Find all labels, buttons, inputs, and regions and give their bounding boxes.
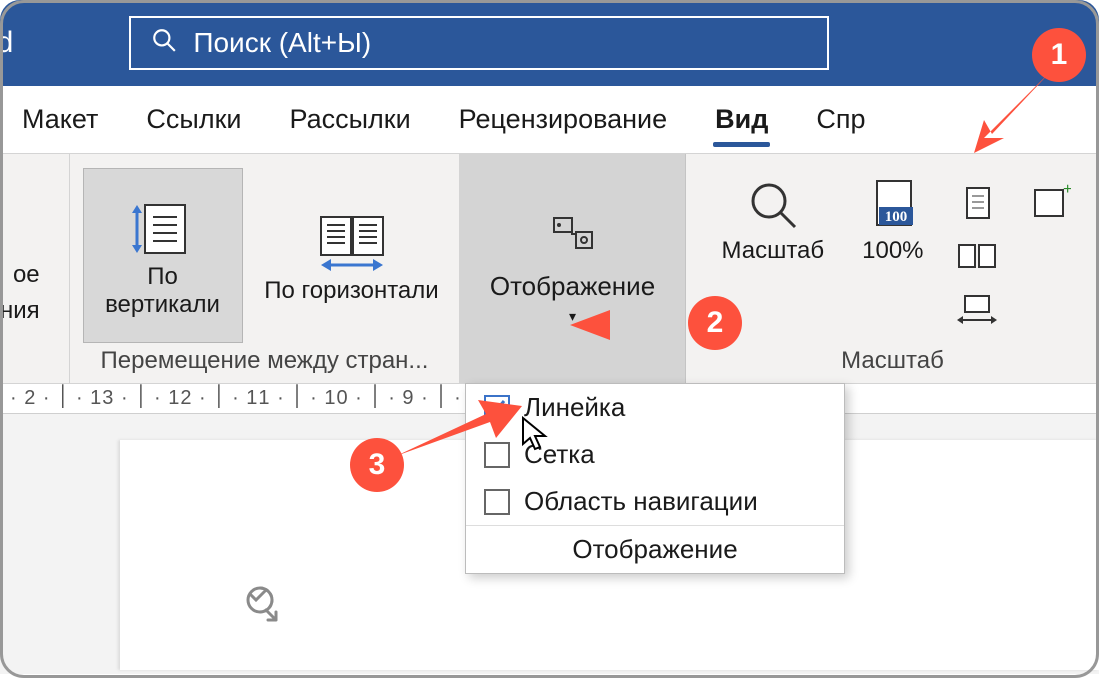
mouse-cursor-icon (520, 416, 550, 457)
navpane-item-label: Область навигации (524, 486, 758, 517)
callout-1: 1 (1032, 28, 1086, 82)
tab-view[interactable]: Вид (713, 98, 770, 141)
page-movement-group-label: Перемещение между стран... (101, 343, 429, 383)
new-window-icon[interactable]: + (1027, 184, 1071, 227)
display-icon (550, 212, 596, 261)
zoom-100-label: 100% (862, 237, 923, 265)
zoom-group-label: Масштаб (841, 343, 944, 383)
page-width-icon[interactable] (955, 290, 999, 333)
zoom-100-button[interactable]: 100 100% (855, 170, 930, 266)
tab-review[interactable]: Рецензирование (457, 98, 670, 141)
search-placeholder: Поиск (Alt+Ы) (193, 27, 371, 59)
partial-text-1: ое (0, 257, 40, 293)
tab-mailings[interactable]: Рассылки (287, 98, 412, 141)
navpane-checkbox-item[interactable]: Область навигации (466, 478, 844, 525)
display-label: Отображение (490, 271, 655, 302)
tab-references[interactable]: Ссылки (144, 98, 243, 141)
one-page-icon[interactable] (955, 184, 999, 227)
svg-text:+: + (1063, 184, 1071, 198)
section-break-icon (240, 580, 288, 633)
horizontal-page-icon (309, 213, 395, 273)
tab-help[interactable]: Спр (814, 98, 867, 141)
app-title-fragment: ord (0, 26, 13, 59)
search-icon (151, 27, 177, 60)
callout-2: 2 (688, 296, 742, 350)
horizontal-pages-button[interactable]: По горизонтали (257, 168, 447, 343)
multi-page-icon[interactable] (955, 237, 999, 280)
vertical-label: По вертикали (90, 263, 236, 319)
zoom-label: Масштаб (721, 237, 824, 265)
vertical-page-icon (127, 199, 199, 259)
partial-text-2: ния (0, 293, 40, 329)
tab-layout[interactable]: Макет (20, 98, 100, 141)
page-100-icon: 100 (865, 177, 921, 233)
title-bar: ord Поиск (Alt+Ы) (0, 0, 1099, 86)
zoom-button[interactable]: Масштаб (714, 170, 831, 266)
svg-text:100: 100 (885, 209, 908, 225)
magnifier-icon (745, 177, 801, 233)
search-box[interactable]: Поиск (Alt+Ы) (129, 16, 829, 70)
callout-3: 3 (350, 438, 404, 492)
checkbox-empty-icon (484, 489, 510, 515)
vertical-pages-button[interactable]: По вертикали (83, 168, 243, 343)
dropdown-title: Отображение (466, 525, 844, 573)
arrow-3 (396, 396, 526, 466)
horizontal-label: По горизонтали (264, 277, 438, 305)
ribbon-tabs: Макет Ссылки Рассылки Рецензирование Вид… (0, 86, 1099, 154)
ribbon: ое ния По верти (0, 154, 1099, 384)
